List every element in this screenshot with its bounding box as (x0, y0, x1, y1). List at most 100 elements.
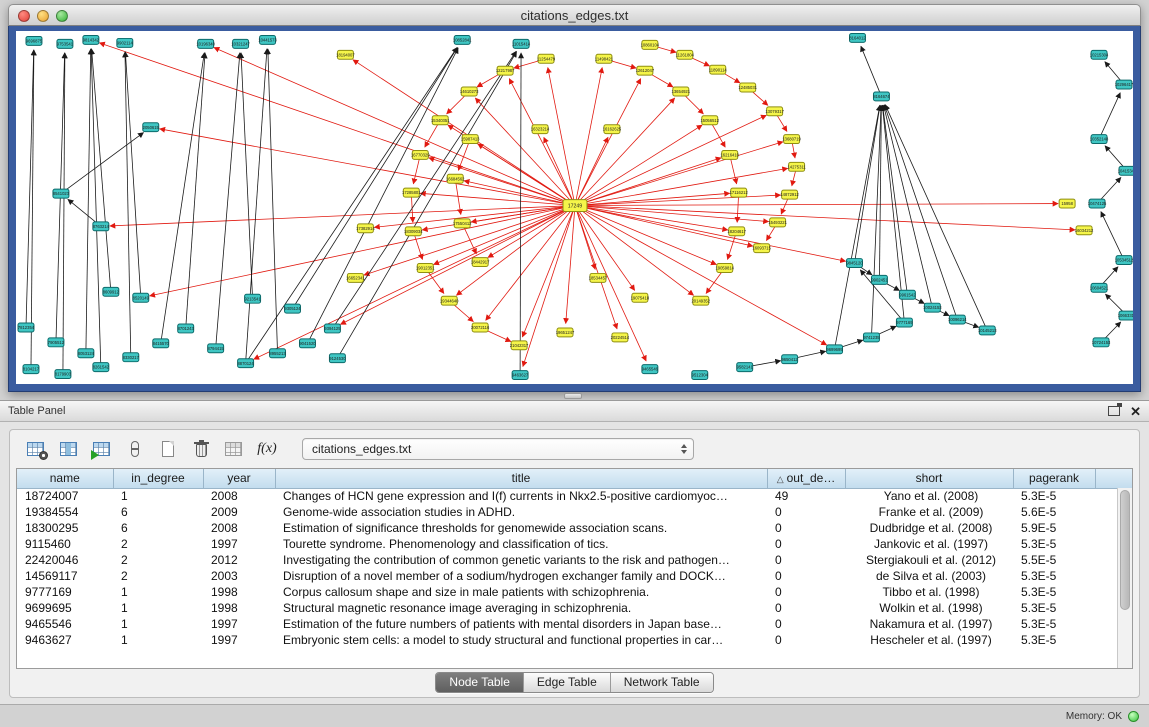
graph-node[interactable]: 16162625 (603, 125, 622, 134)
table-inactive-icon[interactable] (220, 436, 248, 462)
cell-title[interactable]: Investigating the contribution of common… (275, 552, 767, 568)
cell-name[interactable]: 9115460 (17, 536, 113, 552)
cell-out_degree[interactable]: 0 (767, 600, 845, 616)
graph-edge[interactable] (241, 53, 253, 299)
column-header-out_degree[interactable]: △out_de… (767, 469, 845, 488)
cell-year[interactable]: 1998 (203, 584, 275, 600)
graph-edge[interactable] (523, 206, 575, 367)
cell-title[interactable]: Embryonic stem cells: a model to study s… (275, 632, 767, 648)
table-row[interactable]: 1938455462009Genome-wide association stu… (17, 504, 1133, 520)
graph-edge[interactable] (884, 105, 957, 320)
graph-node[interactable]: 8541023 (53, 189, 70, 198)
column-header-short[interactable]: short (845, 469, 1013, 488)
graph-node[interactable]: 10415342 (1118, 166, 1133, 175)
new-document-icon[interactable] (154, 436, 182, 462)
table-scrollbar[interactable] (1117, 488, 1132, 668)
graph-node[interactable]: 8261542 (93, 363, 110, 372)
graph-node[interactable]: 9213541 (244, 294, 261, 303)
tab-network-table[interactable]: Network Table (610, 673, 713, 692)
cell-pagerank[interactable]: 5.9E-5 (1013, 520, 1095, 536)
cell-in_degree[interactable]: 2 (113, 552, 203, 568)
cell-pagerank[interactable]: 5.3E-5 (1013, 488, 1095, 504)
graph-node[interactable]: 9582141 (737, 363, 754, 372)
graph-edge[interactable] (161, 53, 205, 344)
cell-pagerank[interactable]: 5.3E-5 (1013, 632, 1095, 648)
graph-node[interactable]: 9741235 (863, 333, 880, 342)
cell-pagerank[interactable]: 5.3E-5 (1013, 584, 1095, 600)
graph-edge[interactable] (575, 142, 783, 206)
table-row[interactable]: 946554611997Estimation of the future num… (17, 616, 1133, 632)
cell-name[interactable]: 19384554 (17, 504, 113, 520)
table-selector-dropdown[interactable]: citations_edges.txt (302, 438, 694, 460)
cell-in_degree[interactable]: 1 (113, 600, 203, 616)
graph-node[interactable]: 16216410 (720, 150, 739, 159)
graph-edge[interactable] (575, 206, 617, 329)
cell-short[interactable]: Dudbridge et al. (2008) (845, 520, 1013, 536)
graph-node[interactable]: 10196340 (196, 39, 215, 48)
graph-node[interactable]: 8701243 (178, 324, 195, 333)
column-display-icon[interactable] (55, 436, 83, 462)
graph-edge[interactable] (364, 206, 575, 276)
graph-node[interactable]: 13079317 (765, 107, 784, 116)
graph-node[interactable]: 16770329 (411, 150, 430, 159)
graph-edge[interactable] (520, 53, 521, 375)
cell-in_degree[interactable]: 2 (113, 536, 203, 552)
graph-edge[interactable] (575, 204, 1058, 206)
cell-name[interactable]: 14569117 (17, 568, 113, 584)
cell-year[interactable]: 2008 (203, 520, 275, 536)
column-header-title[interactable]: title (275, 469, 767, 488)
graph-node[interactable]: 14872912 (780, 190, 799, 199)
graph-node[interactable]: 8164674 (873, 92, 890, 101)
graph-node[interactable]: 19012351 (416, 264, 435, 273)
network-canvas[interactable]: 1724911254479122179871461027315340351167… (16, 31, 1133, 384)
graph-node[interactable]: 9394125 (324, 324, 341, 333)
graph-node[interactable]: 18204617 (727, 227, 746, 236)
graph-edge[interactable] (434, 206, 575, 265)
graph-node[interactable]: 9465546 (642, 365, 659, 374)
cell-year[interactable]: 2012 (203, 552, 275, 568)
table-row[interactable]: 969969511998Structural magnetic resonanc… (17, 600, 1133, 616)
cell-year[interactable]: 1997 (203, 632, 275, 648)
window-titlebar[interactable]: citations_edges.txt (8, 4, 1141, 26)
cell-in_degree[interactable]: 1 (113, 488, 203, 504)
graph-node[interactable]: 17550412 (453, 219, 472, 228)
graph-edge[interactable] (861, 46, 882, 96)
graph-node[interactable]: 8104217 (23, 365, 40, 374)
graph-edge[interactable] (566, 206, 575, 324)
cell-short[interactable]: Hescheler et al. (1997) (845, 632, 1013, 648)
graph-node[interactable]: 20149352 (691, 296, 710, 305)
graph-node[interactable]: 9305124 (284, 304, 301, 313)
graph-node[interactable]: 10145213 (978, 326, 997, 335)
graph-node[interactable]: 20072116 (471, 323, 490, 332)
graph-edge[interactable] (268, 49, 278, 353)
graph-node[interactable]: 19651247 (556, 328, 575, 337)
cell-short[interactable]: Franke et al. (2009) (845, 504, 1013, 520)
table-row[interactable]: 1456911722003Disruption of a novel membe… (17, 568, 1133, 584)
graph-node[interactable]: 7905512 (48, 338, 65, 347)
cell-name[interactable]: 9463627 (17, 632, 113, 648)
graph-node[interactable]: 11015414 (512, 39, 531, 48)
graph-node[interactable]: 9753541 (57, 39, 74, 48)
graph-node[interactable]: 12217987 (496, 66, 515, 75)
graph-edge[interactable] (548, 68, 575, 206)
graph-node[interactable]: 16093715 (752, 244, 771, 253)
graph-node[interactable]: 9902114 (117, 38, 134, 47)
graph-edge[interactable] (374, 206, 575, 228)
graph-node[interactable]: 10215304 (1090, 50, 1109, 59)
graph-node[interactable]: 8164012 (849, 33, 866, 42)
graph-node[interactable]: 8870124 (237, 359, 254, 368)
memory-status-icon[interactable] (1128, 711, 1139, 722)
graph-node[interactable]: 20224514 (611, 333, 630, 342)
graph-node[interactable]: 17116212 (730, 188, 749, 197)
graph-edge[interactable] (883, 105, 908, 294)
cell-name[interactable]: 18300295 (17, 520, 113, 536)
graph-node[interactable]: 14275311 (787, 162, 806, 171)
cell-name[interactable]: 9699695 (17, 600, 113, 616)
cell-title[interactable]: Estimation of significance thresholds fo… (275, 520, 767, 536)
graph-node[interactable]: 19344640 (440, 296, 459, 305)
cell-short[interactable]: Jankovic et al. (1997) (845, 536, 1013, 552)
import-table-icon[interactable] (88, 436, 116, 462)
graph-edge[interactable] (575, 206, 846, 262)
cell-year[interactable]: 2009 (203, 504, 275, 520)
graph-node[interactable]: 8520149 (133, 293, 150, 302)
